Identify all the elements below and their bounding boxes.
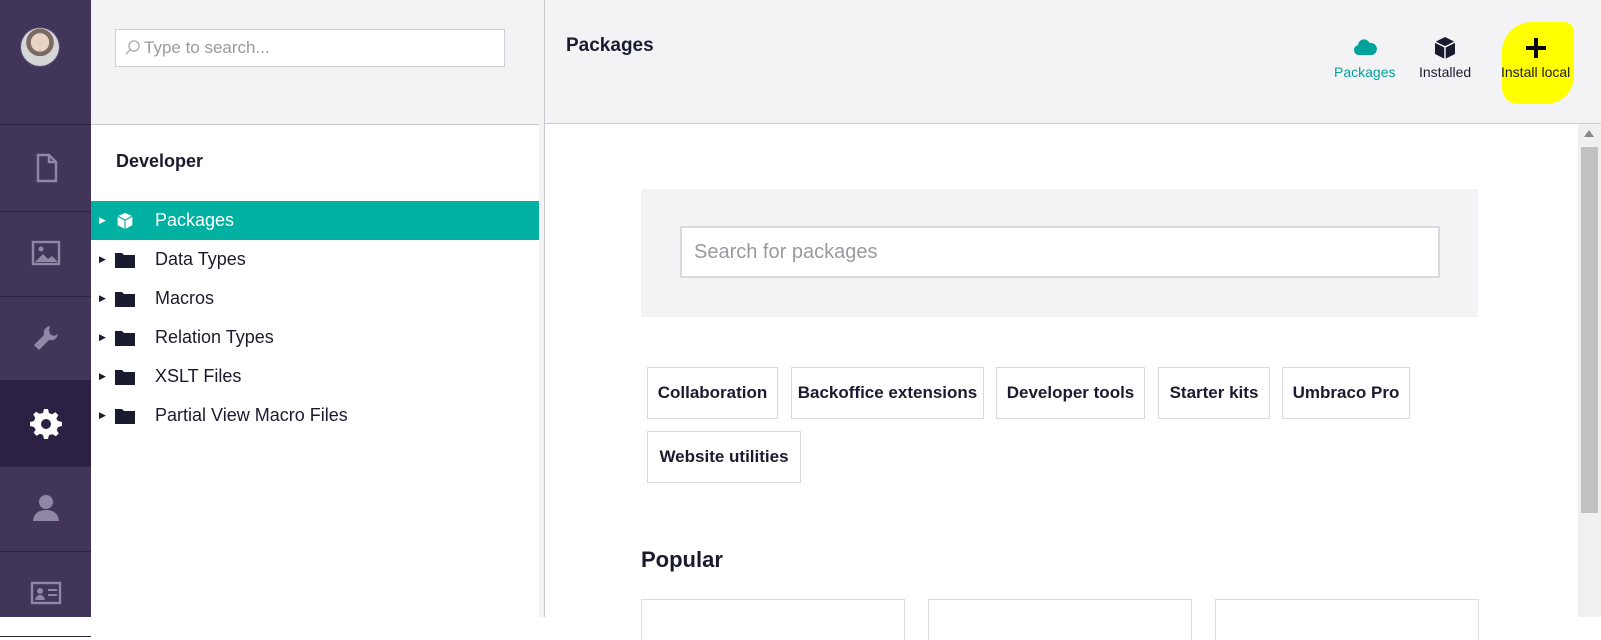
section-content[interactable] bbox=[0, 125, 91, 212]
tree-title: Developer bbox=[116, 151, 204, 171]
category-collaboration[interactable]: Collaboration bbox=[647, 367, 778, 419]
expand-caret-icon[interactable]: ▶ bbox=[99, 371, 106, 382]
page-title: Packages bbox=[566, 35, 654, 56]
package-icon bbox=[117, 212, 133, 229]
header-button-label: Packages bbox=[1334, 64, 1396, 80]
expand-caret-icon[interactable]: ▶ bbox=[99, 332, 106, 343]
avatar[interactable] bbox=[21, 28, 59, 66]
header-button-label: Installed bbox=[1419, 64, 1472, 80]
folder-icon bbox=[115, 369, 135, 385]
category-website-utilities[interactable]: Website utilities bbox=[647, 431, 801, 483]
expand-caret-icon[interactable]: ▶ bbox=[99, 254, 106, 265]
document-icon bbox=[36, 153, 57, 183]
category-umbraco-pro[interactable]: Umbraco Pro bbox=[1282, 367, 1410, 419]
section-developer[interactable] bbox=[0, 380, 91, 467]
section-users[interactable] bbox=[0, 465, 91, 552]
category-developer-tools[interactable]: Developer tools bbox=[996, 367, 1145, 419]
image-icon bbox=[31, 240, 60, 266]
popular-package-card[interactable] bbox=[641, 599, 905, 640]
user-icon bbox=[32, 495, 59, 521]
expand-caret-icon[interactable]: ▶ bbox=[99, 215, 106, 226]
section-settings[interactable] bbox=[0, 295, 91, 382]
section-media[interactable] bbox=[0, 210, 91, 297]
tree-item-partial-view-macro-files[interactable]: ▶ Partial View Macro Files bbox=[91, 396, 539, 435]
tree-item-label: Partial View Macro Files bbox=[155, 405, 348, 425]
cloud-icon bbox=[1353, 39, 1377, 55]
section-members[interactable] bbox=[0, 550, 91, 637]
wrench-icon bbox=[33, 326, 58, 350]
scroll-up-arrow-icon[interactable] bbox=[1584, 130, 1594, 137]
plus-icon bbox=[1525, 38, 1546, 58]
tree-item-label: Relation Types bbox=[155, 327, 274, 347]
tree-item-xslt-files[interactable]: ▶ XSLT Files bbox=[91, 357, 539, 396]
category-backoffice-extensions[interactable]: Backoffice extensions bbox=[791, 367, 984, 419]
box-icon bbox=[1434, 37, 1456, 59]
popular-package-card[interactable] bbox=[1215, 599, 1479, 640]
package-search-panel bbox=[641, 189, 1478, 317]
header-button-label: Install local bbox=[1501, 64, 1571, 80]
tree-header bbox=[91, 0, 540, 125]
sections-nav bbox=[0, 0, 91, 637]
gear-icon bbox=[29, 409, 62, 439]
header-button-packages[interactable]: Packages bbox=[1334, 36, 1395, 80]
expand-caret-icon[interactable]: ▶ bbox=[99, 293, 106, 304]
tree-panel: Developer ▶ Packages ▶ Data Types ▶ Macr… bbox=[91, 125, 540, 617]
tree-item-macros[interactable]: ▶ Macros bbox=[91, 279, 539, 318]
folder-icon bbox=[115, 252, 135, 268]
tree-search[interactable] bbox=[115, 29, 505, 67]
contact-card-icon bbox=[30, 581, 61, 605]
package-search-input[interactable] bbox=[680, 226, 1440, 278]
tree-item-label: Packages bbox=[155, 210, 235, 230]
editor-scrollbar[interactable] bbox=[1578, 124, 1601, 617]
folder-icon bbox=[115, 291, 135, 307]
expand-caret-icon[interactable]: ▶ bbox=[99, 410, 106, 421]
scrollbar-thumb[interactable] bbox=[1581, 147, 1598, 513]
tree-item-relation-types[interactable]: ▶ Relation Types bbox=[91, 318, 539, 357]
folder-icon bbox=[115, 408, 135, 424]
popular-heading: Popular bbox=[641, 547, 723, 572]
tree-item-label: XSLT Files bbox=[155, 366, 242, 386]
user-avatar-cell[interactable] bbox=[0, 0, 91, 125]
category-starter-kits[interactable]: Starter kits bbox=[1158, 367, 1270, 419]
tree-item-label: Data Types bbox=[155, 249, 246, 269]
search-icon bbox=[125, 40, 140, 55]
tree-item-label: Macros bbox=[155, 288, 215, 308]
header-button-install-local[interactable]: Install local bbox=[1501, 36, 1570, 80]
tree-item-packages[interactable]: ▶ Packages bbox=[91, 201, 539, 240]
tree-search-input[interactable] bbox=[142, 37, 486, 59]
tree-item-data-types[interactable]: ▶ Data Types bbox=[91, 240, 539, 279]
editor-body: Collaboration Backoffice extensions Deve… bbox=[545, 124, 1578, 640]
folder-icon bbox=[115, 330, 135, 346]
header-button-installed[interactable]: Installed bbox=[1419, 36, 1471, 80]
popular-package-card[interactable] bbox=[928, 599, 1192, 640]
